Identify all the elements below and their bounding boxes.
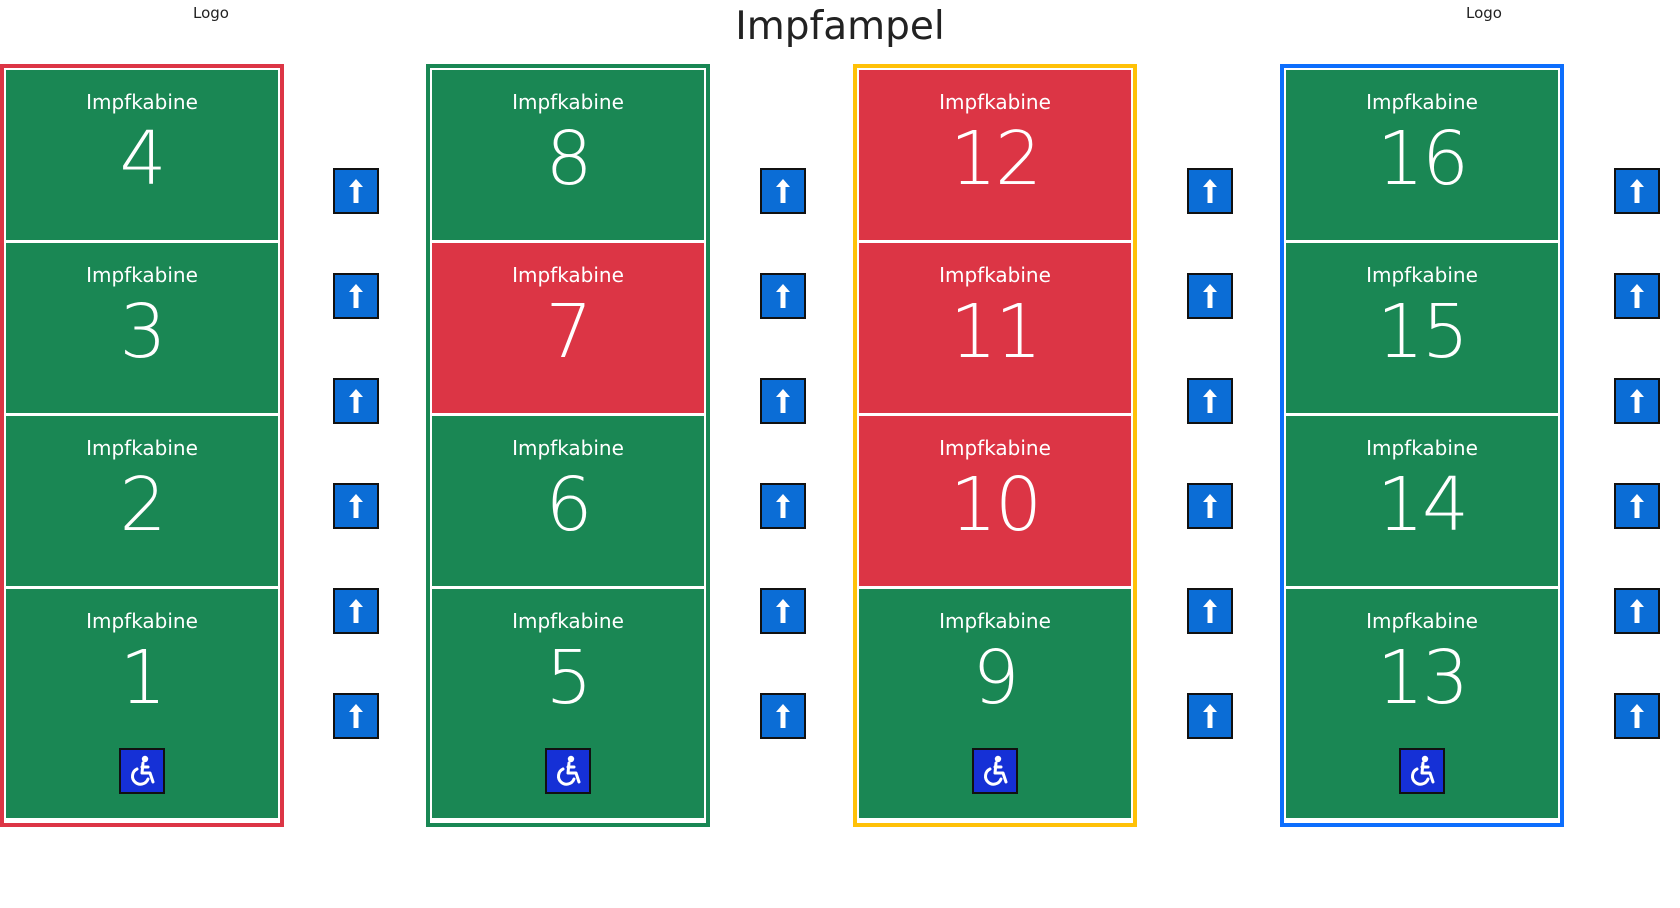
cabin-number: 9 bbox=[972, 635, 1019, 721]
cabin-1[interactable]: Impfkabine 1 bbox=[6, 589, 278, 818]
cabin-9[interactable]: Impfkabine 9 bbox=[859, 589, 1131, 818]
cabin-8[interactable]: Impfkabine 8 bbox=[432, 70, 704, 243]
arrow-up-icon[interactable] bbox=[333, 693, 379, 739]
arrow-up-icon[interactable] bbox=[1614, 378, 1660, 424]
cabin-number: 10 bbox=[949, 462, 1042, 548]
cabin-number: 12 bbox=[949, 116, 1042, 202]
cabin-label: Impfkabine bbox=[939, 90, 1051, 114]
cabin-label: Impfkabine bbox=[1366, 263, 1478, 287]
cabin-13[interactable]: Impfkabine 13 bbox=[1286, 589, 1558, 818]
cabin-label: Impfkabine bbox=[1366, 436, 1478, 460]
logo-right: Logo bbox=[1466, 4, 1502, 22]
cabin-label: Impfkabine bbox=[512, 90, 624, 114]
cabin-label: Impfkabine bbox=[86, 263, 198, 287]
page: Logo Impfampel Logo Impfkabine 4 Impfkabin… bbox=[0, 0, 1680, 908]
cabin-number: 11 bbox=[949, 289, 1042, 375]
cabin-15[interactable]: Impfkabine 15 bbox=[1286, 243, 1558, 416]
cabin-number: 5 bbox=[545, 635, 592, 721]
cabin-groups: Impfkabine 4 Impfkabine 3 Impfkabine 2 Impfkab… bbox=[0, 64, 1680, 834]
cabin-number: 8 bbox=[545, 116, 592, 202]
cabin-label: Impfkabine bbox=[939, 436, 1051, 460]
page-title: Impfampel bbox=[735, 4, 945, 49]
cabin-6[interactable]: Impfkabine 6 bbox=[432, 416, 704, 589]
wheelchair-icon bbox=[1399, 748, 1445, 794]
arrow-up-icon[interactable] bbox=[333, 483, 379, 529]
arrow-up-icon[interactable] bbox=[1614, 273, 1660, 319]
cabin-number: 13 bbox=[1376, 635, 1469, 721]
arrow-up-icon[interactable] bbox=[1187, 378, 1233, 424]
cabin-11[interactable]: Impfkabine 11 bbox=[859, 243, 1131, 416]
arrow-up-icon[interactable] bbox=[333, 588, 379, 634]
cabin-4[interactable]: Impfkabine 4 bbox=[6, 70, 278, 243]
cabin-10[interactable]: Impfkabine 10 bbox=[859, 416, 1131, 589]
cabin-group-4: Impfkabine 16 Impfkabine 15 Impfkabine 14 Impf… bbox=[1280, 64, 1564, 827]
cabin-3[interactable]: Impfkabine 3 bbox=[6, 243, 278, 416]
cabin-5[interactable]: Impfkabine 5 bbox=[432, 589, 704, 818]
cabin-number: 3 bbox=[119, 289, 166, 375]
cabin-label: Impfkabine bbox=[512, 263, 624, 287]
arrow-up-icon[interactable] bbox=[333, 378, 379, 424]
arrow-up-icon[interactable] bbox=[760, 693, 806, 739]
cabin-number: 1 bbox=[119, 635, 166, 721]
cabin-label: Impfkabine bbox=[939, 263, 1051, 287]
wheelchair-icon bbox=[972, 748, 1018, 794]
cabin-16[interactable]: Impfkabine 16 bbox=[1286, 70, 1558, 243]
arrow-up-icon[interactable] bbox=[1187, 588, 1233, 634]
arrow-up-icon[interactable] bbox=[333, 273, 379, 319]
cabin-label: Impfkabine bbox=[1366, 90, 1478, 114]
cabin-number: 4 bbox=[119, 116, 166, 202]
cabin-group-3: Impfkabine 12 Impfkabine 11 Impfkabine 10 Impf… bbox=[853, 64, 1137, 827]
arrow-up-icon[interactable] bbox=[760, 273, 806, 319]
arrow-up-icon[interactable] bbox=[760, 168, 806, 214]
arrow-up-icon[interactable] bbox=[1187, 483, 1233, 529]
arrow-up-icon[interactable] bbox=[760, 378, 806, 424]
cabin-7[interactable]: Impfkabine 7 bbox=[432, 243, 704, 416]
cabin-label: Impfkabine bbox=[939, 609, 1051, 633]
cabin-label: Impfkabine bbox=[512, 436, 624, 460]
arrow-up-icon[interactable] bbox=[1614, 168, 1660, 214]
cabin-label: Impfkabine bbox=[86, 90, 198, 114]
arrow-up-icon[interactable] bbox=[760, 483, 806, 529]
wheelchair-icon bbox=[545, 748, 591, 794]
cabin-label: Impfkabine bbox=[1366, 609, 1478, 633]
arrow-up-icon[interactable] bbox=[1614, 483, 1660, 529]
arrow-up-icon[interactable] bbox=[760, 588, 806, 634]
arrow-up-icon[interactable] bbox=[333, 168, 379, 214]
cabin-number: 2 bbox=[119, 462, 166, 548]
cabin-number: 15 bbox=[1376, 289, 1469, 375]
arrow-up-icon[interactable] bbox=[1187, 693, 1233, 739]
cabin-14[interactable]: Impfkabine 14 bbox=[1286, 416, 1558, 589]
cabin-number: 14 bbox=[1376, 462, 1469, 548]
arrow-up-icon[interactable] bbox=[1614, 588, 1660, 634]
cabin-number: 6 bbox=[545, 462, 592, 548]
cabin-12[interactable]: Impfkabine 12 bbox=[859, 70, 1131, 243]
cabin-2[interactable]: Impfkabine 2 bbox=[6, 416, 278, 589]
arrow-up-icon[interactable] bbox=[1187, 273, 1233, 319]
arrow-up-icon[interactable] bbox=[1187, 168, 1233, 214]
cabin-group-1: Impfkabine 4 Impfkabine 3 Impfkabine 2 Impfkab… bbox=[0, 64, 284, 827]
cabin-group-2: Impfkabine 8 Impfkabine 7 Impfkabine 6 Impfkab… bbox=[426, 64, 710, 827]
cabin-label: Impfkabine bbox=[86, 436, 198, 460]
wheelchair-icon bbox=[119, 748, 165, 794]
cabin-label: Impfkabine bbox=[86, 609, 198, 633]
cabin-number: 16 bbox=[1376, 116, 1469, 202]
arrow-up-icon[interactable] bbox=[1614, 693, 1660, 739]
cabin-label: Impfkabine bbox=[512, 609, 624, 633]
cabin-number: 7 bbox=[545, 289, 592, 375]
